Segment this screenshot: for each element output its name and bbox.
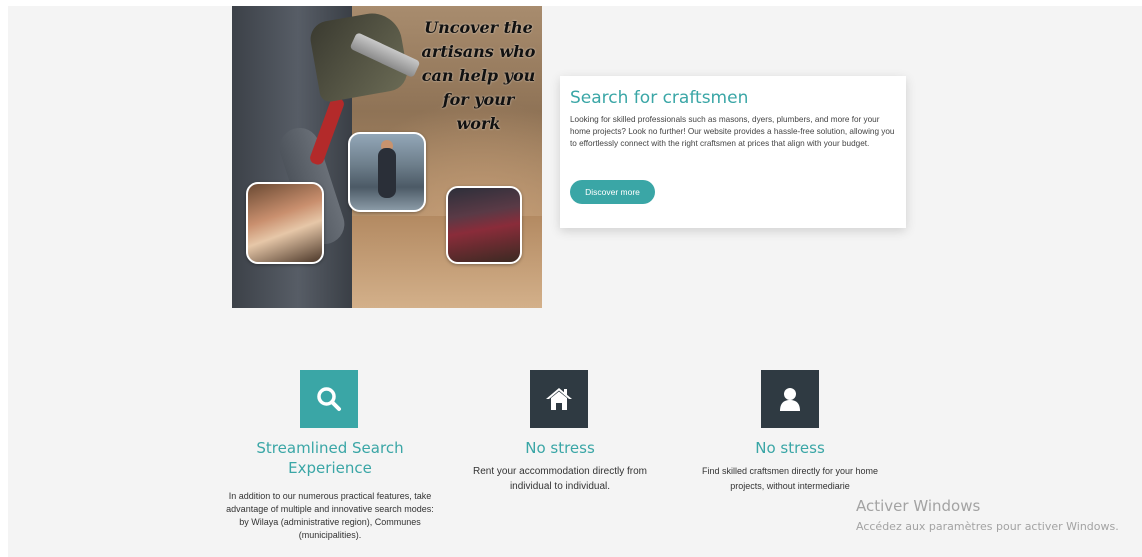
feature-text: Rent your accommodation directly from in…	[473, 466, 647, 492]
feature-text: Find skilled craftsmen directly for your…	[701, 466, 879, 491]
search-craftsmen-card: Search for craftsmen Looking for skilled…	[560, 76, 906, 228]
photo-bubble-hands	[246, 182, 324, 264]
user-icon-tile	[761, 370, 819, 428]
hero-title: Uncover the artisans who can help you fo…	[421, 18, 536, 133]
hero-image: Uncover the artisans who can help you fo…	[232, 6, 542, 308]
photo-bubble-blacksmith	[446, 186, 522, 264]
home-icon-tile	[530, 370, 588, 428]
card-description: Looking for skilled professionals such a…	[570, 115, 895, 148]
home-icon	[546, 388, 572, 410]
discover-more-button[interactable]: Discover more	[570, 180, 655, 204]
search-icon	[317, 387, 341, 411]
feature-title: No stress	[525, 439, 595, 457]
photo-bubble-worker	[348, 132, 426, 212]
search-icon-tile	[300, 370, 358, 428]
card-title: Search for craftsmen	[570, 88, 749, 108]
user-icon	[780, 388, 800, 411]
activation-watermark-subtitle: Accédez aux paramètres pour activer Wind…	[856, 520, 1119, 533]
feature-title: No stress	[755, 439, 825, 457]
activation-watermark-title: Activer Windows	[856, 497, 981, 515]
feature-title: Streamlined Search Experience	[256, 439, 404, 477]
worker-body	[378, 148, 396, 198]
feature-text: In addition to our numerous practical fe…	[226, 491, 434, 540]
